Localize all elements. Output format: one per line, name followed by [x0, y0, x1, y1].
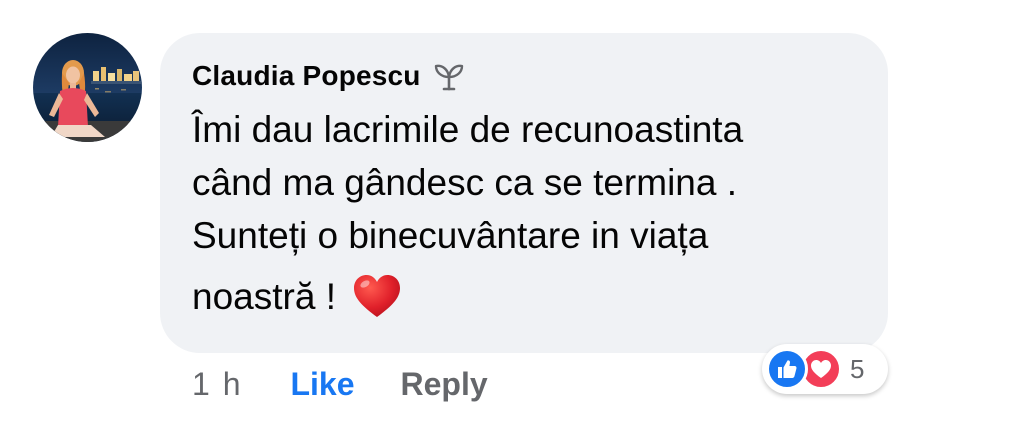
author-row: Claudia Popescu — [192, 55, 888, 97]
avatar[interactable] — [33, 33, 142, 142]
author-name[interactable]: Claudia Popescu — [192, 60, 421, 92]
like-button[interactable]: Like — [290, 366, 354, 403]
timestamp[interactable]: 1 h — [192, 366, 242, 403]
comment-text-line: Sunteți o binecuvântare in viața — [192, 215, 709, 256]
like-reaction-icon — [766, 348, 808, 390]
comment-text-line: noastră ! — [192, 276, 336, 317]
comment-bubble: Claudia Popescu Îmi dau lacrimile de rec… — [160, 33, 888, 353]
comment-text-last-line: noastră ! — [192, 270, 872, 323]
comment-container: Claudia Popescu Îmi dau lacrimile de rec… — [0, 0, 1024, 427]
reaction-count: 5 — [850, 353, 865, 384]
comment-text-line: Îmi dau lacrimile de recunoastinta — [192, 109, 744, 150]
comment-actions: 1 h Like Reply — [192, 362, 488, 406]
comment-text: Îmi dau lacrimile de recunoastinta când … — [192, 103, 872, 323]
sprout-icon — [433, 60, 465, 92]
comment-text-line: când ma gândesc ca se termina . — [192, 162, 738, 203]
reply-button[interactable]: Reply — [401, 366, 488, 403]
red-heart-icon — [352, 272, 402, 322]
reactions-summary[interactable]: 5 — [762, 344, 888, 394]
profile-photo-avatar — [33, 33, 142, 142]
